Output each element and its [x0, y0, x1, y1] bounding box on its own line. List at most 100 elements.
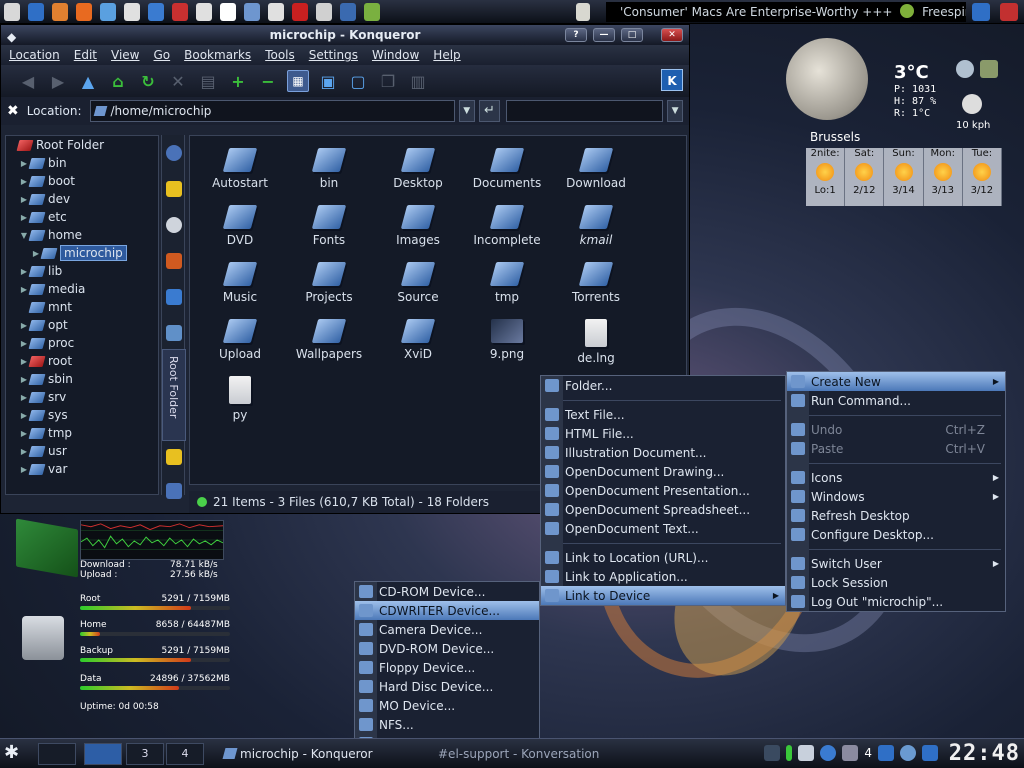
menu-item-configure-desktop[interactable]: Configure Desktop... [787, 525, 1005, 544]
home-icon[interactable] [4, 2, 20, 21]
menu-window[interactable]: Window [372, 48, 419, 62]
file-item-images[interactable]: Images [374, 201, 462, 257]
file-item-download[interactable]: Download [552, 144, 640, 200]
window-titlebar[interactable]: ◆ microchip - Konqueror ? — □ ✕ [1, 25, 689, 45]
menu-edit[interactable]: Edit [74, 48, 97, 62]
file-item-desktop[interactable]: Desktop [374, 144, 462, 200]
menu-location[interactable]: Location [9, 48, 60, 62]
klipper-icon[interactable] [922, 745, 938, 761]
file-item-dvd[interactable]: DVD [196, 201, 284, 257]
services-icon[interactable] [166, 325, 182, 341]
terminal-icon[interactable] [340, 2, 356, 21]
media-icon[interactable] [166, 217, 182, 233]
tree-item-home[interactable]: ▼ home [6, 226, 158, 244]
menu-item-hard-disc-device[interactable]: Hard Disc Device... [355, 677, 539, 696]
back-icon[interactable]: ◀ [17, 70, 39, 92]
mail-icon[interactable] [196, 2, 212, 21]
zoom-out-icon[interactable]: − [257, 70, 279, 92]
volume-icon[interactable] [798, 745, 815, 761]
tree-item-root[interactable]: ▶ root [6, 352, 158, 370]
file-item-upload[interactable]: Upload [196, 315, 284, 371]
menu-bookmarks[interactable]: Bookmarks [184, 48, 251, 62]
help-button[interactable]: ? [565, 28, 587, 42]
location-dropdown-icon[interactable]: ▼ [458, 100, 475, 122]
minimize-button[interactable]: — [593, 28, 615, 42]
maximize-button[interactable]: □ [621, 28, 643, 42]
kmenu-icon[interactable]: ✱ [4, 742, 26, 764]
menu-item-text-file[interactable]: Text File... [541, 405, 785, 424]
amarok-icon[interactable] [148, 2, 164, 21]
menu-item-floppy-device[interactable]: Floppy Device... [355, 658, 539, 677]
menu-item-cd-rom-device[interactable]: CD-ROM Device... [355, 582, 539, 601]
file-item-incomplete[interactable]: Incomplete [463, 201, 551, 257]
menu-item-cdwriter-device[interactable]: CDWRITER Device... [355, 601, 539, 620]
kde-activity-icon[interactable]: K [661, 69, 683, 91]
settings-icon[interactable] [316, 2, 332, 21]
taskbar-konversation[interactable]: #el-support - Konversation [420, 743, 599, 765]
reload-icon[interactable]: ↻ [137, 70, 159, 92]
menu-item-lock-session[interactable]: Lock Session [787, 573, 1005, 592]
gaim-icon[interactable] [124, 2, 140, 21]
detail-view-icon[interactable]: ▣ [317, 70, 339, 92]
home-folder-icon[interactable] [166, 253, 182, 269]
desktop-pager-1[interactable] [38, 743, 76, 765]
file-item-projects[interactable]: Projects [285, 258, 373, 314]
go-icon[interactable]: ↵ [478, 100, 501, 122]
desktop-pager-4[interactable]: 4 [166, 743, 204, 765]
search-dropdown-icon[interactable]: ▼ [667, 100, 683, 122]
copy-icon[interactable]: ❐ [377, 70, 399, 92]
menu-item-icons[interactable]: Icons ▶ [787, 468, 1005, 487]
taskbar-konqueror[interactable]: microchip - Konqueror [222, 743, 373, 765]
file-item-documents[interactable]: Documents [463, 144, 551, 200]
user-icon[interactable] [842, 745, 859, 761]
kde-tray-icon[interactable] [878, 745, 894, 761]
history-icon[interactable] [166, 145, 182, 161]
desktop-pager-2[interactable] [84, 743, 122, 765]
tree-item-root-folder[interactable]: Root Folder [6, 136, 158, 154]
file-item-source[interactable]: Source [374, 258, 462, 314]
location-input[interactable]: /home/microchip [89, 100, 455, 122]
web-sidebar-icon[interactable] [166, 483, 182, 499]
tree-item-lib[interactable]: ▶ lib [6, 262, 158, 280]
bookmarks-icon[interactable] [166, 181, 182, 197]
menu-item-switch-user[interactable]: Switch User ▶ [787, 554, 1005, 573]
tree-item-media[interactable]: ▶ media [6, 280, 158, 298]
menu-help[interactable]: Help [433, 48, 460, 62]
menu-item-mo-device[interactable]: MO Device... [355, 696, 539, 715]
menu-item-link-to-device[interactable]: Link to Device ▶ [541, 586, 785, 605]
home-icon[interactable]: ⌂ [107, 70, 129, 92]
tree-item-sbin[interactable]: ▶ sbin [6, 370, 158, 388]
menu-go[interactable]: Go [154, 48, 171, 62]
menu-item-log-out-microchip[interactable]: Log Out "microchip"... [787, 592, 1005, 611]
preview-view-icon[interactable]: ▢ [347, 70, 369, 92]
tree-item-proc[interactable]: ▶ proc [6, 334, 158, 352]
clear-location-icon[interactable]: ✖ [7, 103, 23, 119]
beos-icon[interactable] [52, 2, 68, 21]
menu-item-opendocument-text[interactable]: OpenDocument Text... [541, 519, 785, 538]
file-item-kmail[interactable]: kmail [552, 201, 640, 257]
menu-item-illustration-document[interactable]: Illustration Document... [541, 443, 785, 462]
chart-icon[interactable] [364, 2, 380, 21]
folder-tree[interactable]: Root Folder ▶ bin ▶ boot ▶ dev ▶ etc ▼ home ▶ microc… [5, 135, 159, 495]
menu-tools[interactable]: Tools [265, 48, 295, 62]
file-item-autostart[interactable]: Autostart [196, 144, 284, 200]
tree-item-srv[interactable]: ▶ srv [6, 388, 158, 406]
globe-tray-icon[interactable] [900, 745, 916, 761]
tree-item-boot[interactable]: ▶ boot [6, 172, 158, 190]
film-icon[interactable] [268, 2, 284, 21]
menu-item-nfs[interactable]: NFS... [355, 715, 539, 734]
up-icon[interactable]: ▲ [77, 70, 99, 92]
menu-view[interactable]: View [111, 48, 139, 62]
menu-item-dvd-rom-device[interactable]: DVD-ROM Device... [355, 639, 539, 658]
opera-icon[interactable] [292, 2, 308, 21]
stop-icon[interactable]: ✕ [167, 70, 189, 92]
tree-item-mnt[interactable]: mnt [6, 298, 158, 316]
konqueror-icon[interactable] [244, 2, 260, 21]
news-ticker[interactable]: 'Consumer' Macs Are Enterprise-Worthy ++… [606, 2, 966, 22]
file-item-tmp[interactable]: tmp [463, 258, 551, 314]
menu-item-camera-device[interactable]: Camera Device... [355, 620, 539, 639]
file-item-bin[interactable]: bin [285, 144, 373, 200]
menu-item-opendocument-presentation[interactable]: OpenDocument Presentation... [541, 481, 785, 500]
tree-item-etc[interactable]: ▶ etc [6, 208, 158, 226]
battery-icon[interactable] [786, 745, 793, 761]
